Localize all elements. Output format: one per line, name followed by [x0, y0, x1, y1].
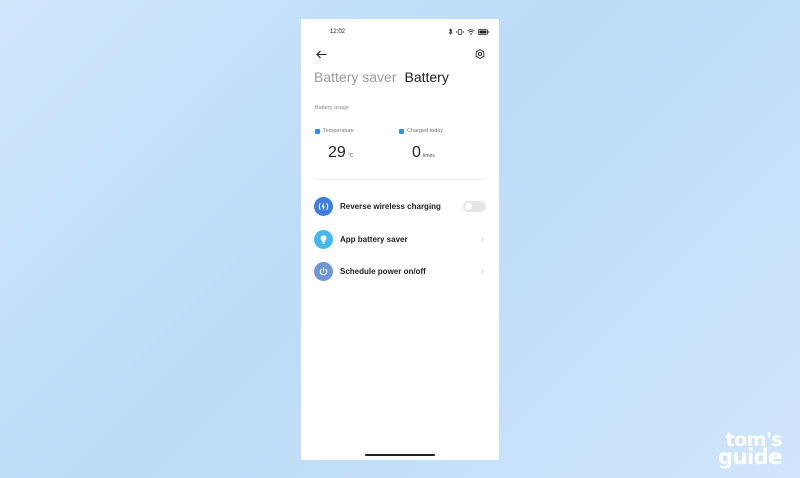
- tab-battery[interactable]: Battery: [404, 68, 448, 86]
- wireless-charging-icon: [314, 196, 333, 216]
- chevron-right-icon: ›: [480, 265, 484, 277]
- phone-screen: 12:02 Battery saver Battery Battery usag…: [301, 19, 499, 460]
- watermark-logo: tom's guide: [718, 431, 782, 469]
- arrow-left-icon: [315, 50, 326, 58]
- battery-icon: [478, 28, 489, 35]
- temperature-label: Temperature: [323, 128, 354, 134]
- reverse-wireless-charging-row[interactable]: Reverse wireless charging: [314, 195, 486, 217]
- temperature-stat: Temperature 29 °C: [315, 128, 354, 161]
- vibrate-icon: [456, 28, 464, 35]
- status-icons: [448, 28, 489, 35]
- app-battery-saver-label: App battery saver: [340, 234, 408, 244]
- tab-battery-saver[interactable]: Battery saver: [314, 68, 396, 86]
- charged-today-value: 0: [412, 144, 421, 161]
- temperature-value: 29: [328, 144, 346, 161]
- status-time: 12:02: [330, 29, 346, 35]
- temperature-unit: °C: [347, 153, 354, 159]
- top-bar: [301, 47, 499, 67]
- divider: [314, 179, 486, 180]
- lightbulb-icon: [314, 229, 333, 249]
- thermometer-icon: [315, 128, 320, 134]
- charged-today-label: Charged today: [407, 128, 444, 134]
- wifi-icon: [467, 28, 475, 35]
- back-button[interactable]: [314, 47, 328, 61]
- settings-button[interactable]: [473, 47, 487, 61]
- battery-charge-icon: [399, 128, 404, 134]
- home-indicator[interactable]: [365, 454, 435, 456]
- bluetooth-icon: [448, 28, 453, 35]
- chevron-right-icon: ›: [480, 233, 484, 245]
- reverse-wireless-charging-label: Reverse wireless charging: [340, 201, 441, 211]
- toggle-knob: [465, 202, 472, 210]
- schedule-power-row[interactable]: Schedule power on/off ›: [314, 260, 486, 282]
- reverse-wireless-charging-toggle[interactable]: [463, 200, 486, 212]
- charged-today-unit: times: [422, 153, 435, 159]
- power-icon: [314, 261, 333, 281]
- battery-usage-label: Battery usage: [315, 105, 349, 111]
- watermark-line2: guide: [718, 445, 782, 469]
- tab-bar: Battery saver Battery: [314, 68, 449, 86]
- status-bar: 12:02: [301, 19, 499, 47]
- schedule-power-label: Schedule power on/off: [340, 266, 426, 276]
- charged-today-stat: Charged today 0 times: [399, 128, 444, 161]
- app-battery-saver-row[interactable]: App battery saver ›: [314, 228, 486, 250]
- gear-icon: [475, 49, 485, 59]
